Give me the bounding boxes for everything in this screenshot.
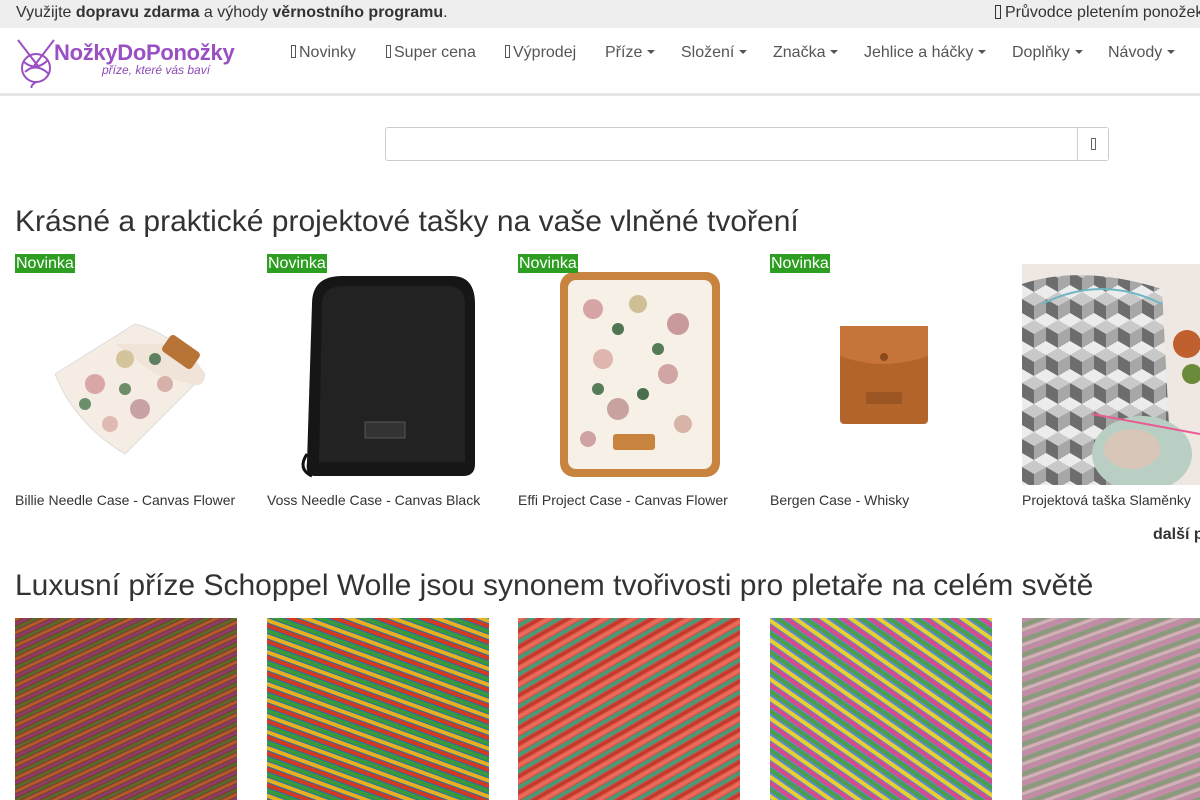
nav-super-cena[interactable]: Super cena bbox=[386, 42, 476, 64]
new-badge: Novinka bbox=[15, 254, 75, 273]
nav-novinky[interactable]: Novinky bbox=[291, 42, 356, 64]
tag-icon bbox=[386, 45, 391, 58]
product-name[interactable]: Voss Needle Case - Canvas Black bbox=[267, 492, 480, 508]
loyalty-program-link[interactable]: věrnostního programu bbox=[272, 4, 443, 21]
promo-mid: a výhody bbox=[199, 4, 273, 21]
nav-doplnky-label: Doplňky bbox=[1012, 44, 1070, 61]
product-name[interactable]: Billie Needle Case - Canvas Flower bbox=[15, 492, 235, 508]
search-button[interactable] bbox=[1077, 128, 1108, 160]
more-products-link[interactable]: další p bbox=[1153, 526, 1200, 544]
yarn-section-title: Luxusní příze Schoppel Wolle jsou synone… bbox=[15, 569, 1094, 602]
caret-down-icon bbox=[978, 50, 987, 54]
site-logo[interactable]: NožkyDoPonožky příze, které vás baví bbox=[16, 38, 261, 88]
product-image[interactable] bbox=[15, 264, 237, 485]
knitting-guide-link[interactable]: Průvodce pletením ponožek bbox=[995, 0, 1200, 26]
nav-vyprodej-label: Výprodej bbox=[513, 44, 577, 61]
search-icon bbox=[1091, 138, 1096, 150]
nav-super-cena-label: Super cena bbox=[394, 44, 476, 61]
yarn-product-image[interactable] bbox=[770, 618, 992, 800]
yarn-ball-icon bbox=[17, 39, 55, 88]
yarn-product-image[interactable] bbox=[1022, 618, 1200, 800]
new-badge: Novinka bbox=[770, 254, 830, 273]
nav-vyprodej[interactable]: Výprodej bbox=[505, 42, 576, 64]
product-name[interactable]: Projektová taška Slaměnky bbox=[1022, 492, 1191, 508]
yarn-product-image[interactable] bbox=[15, 618, 237, 800]
promo-suffix: . bbox=[443, 4, 448, 21]
nav-jehlice-label: Jehlice a háčky bbox=[864, 44, 974, 61]
bags-section-title: Krásné a praktické projektové tašky na v… bbox=[15, 205, 799, 238]
nav-doplnky[interactable]: Doplňky bbox=[1012, 42, 1083, 64]
caret-down-icon bbox=[830, 50, 839, 54]
top-info-bar: Využijte dopravu zdarma a výhody věrnost… bbox=[0, 0, 1200, 28]
nav-prize-label: Příze bbox=[605, 44, 643, 61]
free-shipping-link[interactable]: dopravu zdarma bbox=[76, 4, 200, 21]
caret-down-icon bbox=[739, 50, 748, 54]
knitting-guide-label: Průvodce pletením ponožek bbox=[1005, 4, 1200, 21]
product-image[interactable] bbox=[1022, 264, 1200, 485]
star-icon bbox=[291, 45, 296, 58]
product-name[interactable]: Effi Project Case - Canvas Flower bbox=[518, 492, 728, 508]
search-input[interactable] bbox=[386, 128, 1078, 160]
nav-znacka[interactable]: Značka bbox=[773, 42, 839, 64]
promo-text: Využijte dopravu zdarma a výhody věrnost… bbox=[16, 0, 448, 26]
nav-novinky-label: Novinky bbox=[299, 44, 356, 61]
caret-down-icon bbox=[1167, 50, 1176, 54]
search-box bbox=[385, 127, 1109, 161]
percent-icon bbox=[505, 45, 510, 58]
product-image[interactable] bbox=[518, 264, 740, 485]
product-image[interactable] bbox=[267, 264, 489, 485]
nav-slozeni[interactable]: Složení bbox=[681, 42, 748, 64]
caret-down-icon bbox=[1074, 50, 1083, 54]
nav-navody[interactable]: Návody bbox=[1108, 42, 1176, 64]
logo-tagline: příze, které vás baví bbox=[102, 63, 211, 77]
main-navbar: NožkyDoPonožky příze, které vás baví Nov… bbox=[0, 28, 1200, 96]
nav-prize[interactable]: Příze bbox=[605, 42, 656, 64]
new-badge: Novinka bbox=[518, 254, 578, 273]
new-badge: Novinka bbox=[267, 254, 327, 273]
product-image[interactable] bbox=[770, 264, 992, 485]
caret-down-icon bbox=[647, 50, 656, 54]
nav-slozeni-label: Složení bbox=[681, 44, 735, 61]
nav-znacka-label: Značka bbox=[773, 44, 826, 61]
nav-jehlice[interactable]: Jehlice a háčky bbox=[864, 42, 987, 64]
book-icon bbox=[995, 5, 1001, 19]
promo-prefix: Využijte bbox=[16, 4, 76, 21]
product-name[interactable]: Bergen Case - Whisky bbox=[770, 492, 909, 508]
yarn-product-image[interactable] bbox=[518, 618, 740, 800]
yarn-product-image[interactable] bbox=[267, 618, 489, 800]
nav-navody-label: Návody bbox=[1108, 44, 1163, 61]
